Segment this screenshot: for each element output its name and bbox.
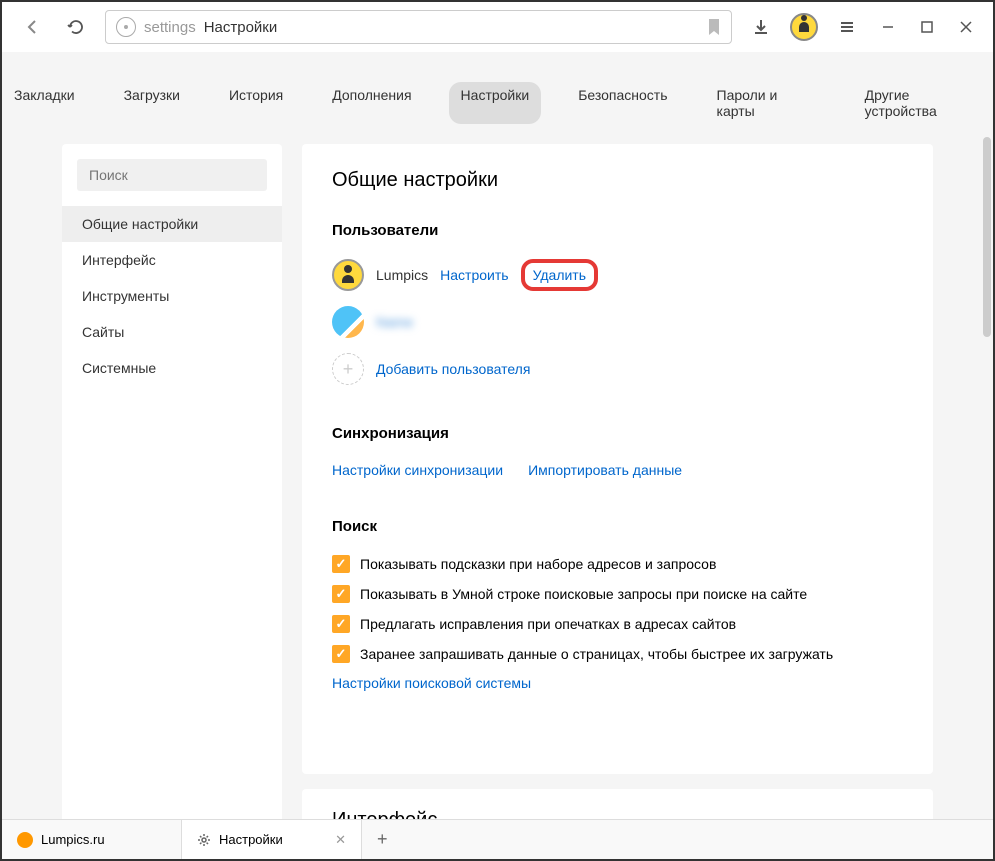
sidebar-item-tools[interactable]: Инструменты [62,278,282,314]
interface-title: Интерфейс [332,809,903,819]
minimize-button[interactable] [876,15,900,39]
menu-button[interactable] [833,13,861,41]
user-row: Lumpics Настроить Удалить [332,259,903,291]
option-label: Предлагать исправления при опечатках в а… [360,616,736,632]
delete-link[interactable]: Удалить [533,267,586,283]
bookmark-icon[interactable] [707,18,721,36]
site-icon [116,17,136,37]
close-button[interactable] [954,15,978,39]
nav-settings[interactable]: Настройки [449,82,542,124]
close-icon [959,20,973,34]
nav-devices[interactable]: Другие устройства [853,82,993,124]
download-icon [752,18,770,36]
browser-toolbar: settings Настройки [2,2,993,52]
tab-bar: Lumpics.ru Настройки ✕ + [2,819,993,859]
person-icon [342,267,354,283]
checkbox-checked-icon[interactable]: ✓ [332,615,350,633]
search-option[interactable]: ✓ Показывать подсказки при наборе адресо… [332,555,903,573]
nav-bookmarks[interactable]: Закладки [2,82,87,124]
reload-icon [67,18,85,36]
gear-icon [197,833,211,847]
import-data-link[interactable]: Импортировать данные [528,462,682,478]
nav-history[interactable]: История [217,82,295,124]
user-name: Lumpics [376,267,428,283]
new-tab-button[interactable]: + [362,829,403,850]
profile-button[interactable] [790,13,818,41]
sidebar-item-sites[interactable]: Сайты [62,314,282,350]
checkbox-checked-icon[interactable]: ✓ [332,645,350,663]
sidebar-item-general[interactable]: Общие настройки [62,206,282,242]
address-bar[interactable]: settings Настройки [105,10,732,44]
users-title: Пользователи [332,222,903,239]
search-input[interactable] [77,159,267,191]
address-label: Настройки [204,19,278,36]
avatar [332,306,364,338]
favicon-icon [17,832,33,848]
nav-passwords[interactable]: Пароли и карты [705,82,828,124]
back-button[interactable] [17,12,47,42]
user-row: Name [332,306,903,338]
tab-lumpics[interactable]: Lumpics.ru [2,820,182,859]
search-option[interactable]: ✓ Предлагать исправления при опечатках в… [332,615,903,633]
maximize-button[interactable] [915,15,939,39]
settings-sidebar: Общие настройки Интерфейс Инструменты Са… [62,144,282,819]
sync-section: Синхронизация Настройки синхронизации Им… [332,425,903,478]
tab-label: Настройки [219,832,283,847]
person-icon [799,22,809,32]
highlight-delete: Удалить [521,259,598,291]
content-area: Закладки Загрузки История Дополнения Нас… [2,52,993,819]
interface-panel: Интерфейс [302,789,933,819]
arrow-left-icon [22,17,42,37]
tab-close-icon[interactable]: ✕ [335,832,346,848]
checkbox-checked-icon[interactable]: ✓ [332,585,350,603]
address-prefix: settings [144,19,196,36]
add-user-link[interactable]: Добавить пользователя [376,361,530,377]
search-title: Поиск [332,518,903,535]
option-label: Показывать подсказки при наборе адресов … [360,556,716,572]
main-panel: Общие настройки Пользователи Lumpics Нас… [302,144,933,774]
add-user-row[interactable]: + Добавить пользователя [332,353,903,385]
tab-settings[interactable]: Настройки ✕ [182,820,362,859]
nav-security[interactable]: Безопасность [566,82,679,124]
minimize-icon [881,20,895,34]
hamburger-icon [838,18,856,36]
scrollbar[interactable] [983,137,991,337]
search-option[interactable]: ✓ Показывать в Умной строке поисковые за… [332,585,903,603]
search-engine-link[interactable]: Настройки поисковой системы [332,675,531,691]
sidebar-item-interface[interactable]: Интерфейс [62,242,282,278]
search-option[interactable]: ✓ Заранее запрашивать данные о страницах… [332,645,903,663]
maximize-icon [920,20,934,34]
search-section: Поиск ✓ Показывать подсказки при наборе … [332,518,903,693]
downloads-button[interactable] [747,13,775,41]
nav-downloads[interactable]: Загрузки [112,82,192,124]
option-label: Показывать в Умной строке поисковые запр… [360,586,807,602]
sync-settings-link[interactable]: Настройки синхронизации [332,462,503,478]
option-label: Заранее запрашивать данные о страницах, … [360,646,833,662]
sidebar-item-system[interactable]: Системные [62,350,282,386]
tab-label: Lumpics.ru [41,832,105,847]
configure-link[interactable]: Настроить [440,267,508,283]
nav-extensions[interactable]: Дополнения [320,82,423,124]
user-name-blurred: Name [376,314,413,330]
checkbox-checked-icon[interactable]: ✓ [332,555,350,573]
page-title: Общие настройки [332,169,903,192]
plus-icon: + [332,353,364,385]
avatar [332,259,364,291]
reload-button[interactable] [62,13,90,41]
users-section: Пользователи Lumpics Настроить Удалить N… [332,222,903,385]
sync-title: Синхронизация [332,425,903,442]
settings-nav: Закладки Загрузки История Дополнения Нас… [2,52,993,144]
